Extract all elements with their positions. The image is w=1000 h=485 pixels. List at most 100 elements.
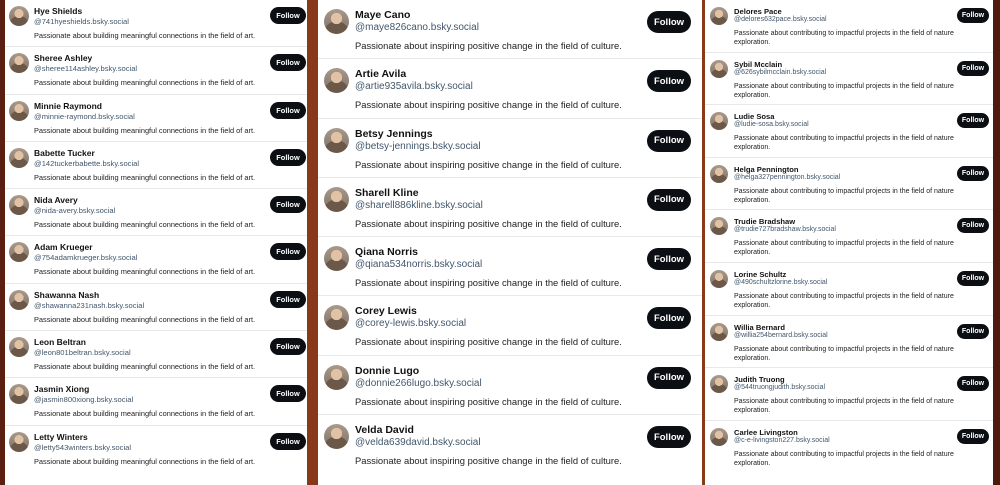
avatar[interactable] — [710, 112, 728, 131]
user-row[interactable]: Leon Beltran @leon801beltran.bsky.social… — [5, 331, 307, 379]
user-handle[interactable]: @minnie-raymond.bsky.social — [34, 112, 135, 121]
user-handle[interactable]: @490schultzlorine.bsky.social — [734, 279, 827, 286]
user-row[interactable]: Delores Pace @delores632pace.bsky.social… — [705, 0, 993, 53]
user-handle[interactable]: @741hyeshields.bsky.social — [34, 17, 129, 26]
user-handle[interactable]: @ludie-sosa.bsky.social — [734, 121, 809, 128]
avatar[interactable] — [9, 431, 29, 452]
follow-button[interactable]: Follow — [957, 428, 989, 444]
user-row[interactable]: Carlee Livingston @c-e-livingston227.bsk… — [705, 421, 993, 474]
follow-button[interactable]: Follow — [270, 196, 306, 214]
avatar[interactable] — [9, 195, 29, 216]
user-row[interactable]: Donnie Lugo @donnie266lugo.bsky.social P… — [318, 356, 702, 416]
user-name[interactable]: Helga Pennington — [734, 165, 799, 174]
user-row[interactable]: Jasmin Xiong @jasmin800xiong.bsky.social… — [5, 378, 307, 426]
avatar[interactable] — [9, 53, 29, 74]
avatar[interactable] — [9, 337, 29, 358]
user-name[interactable]: Velda David — [355, 424, 414, 436]
user-name[interactable]: Qiana Norris — [355, 246, 418, 258]
user-row[interactable]: Willia Bernard @willia254bernard.bsky.so… — [705, 316, 993, 369]
follow-button[interactable]: Follow — [270, 290, 306, 308]
user-handle[interactable]: @jasmin800xiong.bsky.social — [34, 395, 133, 404]
user-name[interactable]: Corey Lewis — [355, 305, 417, 317]
user-handle[interactable]: @willia254bernard.bsky.social — [734, 332, 828, 339]
user-handle[interactable]: @626sybilmcclain.bsky.social — [734, 69, 826, 76]
follow-button[interactable]: Follow — [647, 129, 691, 152]
user-name[interactable]: Jasmin Xiong — [34, 384, 89, 394]
user-handle[interactable]: @delores632pace.bsky.social — [734, 16, 827, 23]
user-row[interactable]: Qiana Norris @qiana534norris.bsky.social… — [318, 237, 702, 297]
avatar[interactable] — [324, 424, 349, 450]
avatar[interactable] — [324, 127, 349, 153]
follow-button[interactable]: Follow — [270, 148, 306, 166]
avatar[interactable] — [324, 68, 349, 94]
user-row[interactable]: Babette Tucker @142tuckerbabette.bsky.so… — [5, 142, 307, 190]
follow-button[interactable]: Follow — [270, 385, 306, 403]
follow-button[interactable]: Follow — [647, 307, 691, 330]
user-name[interactable]: Trudie Bradshaw — [734, 217, 795, 226]
avatar[interactable] — [9, 100, 29, 121]
user-row[interactable]: Sybil Mcclain @626sybilmcclain.bsky.soci… — [705, 53, 993, 106]
avatar[interactable] — [9, 384, 29, 405]
user-row[interactable]: Sheree Ashley @sheree114ashley.bsky.soci… — [5, 47, 307, 95]
follow-button[interactable]: Follow — [647, 426, 691, 449]
user-name[interactable]: Adam Krueger — [34, 242, 93, 252]
user-name[interactable]: Sybil Mcclain — [734, 60, 782, 69]
follow-button[interactable]: Follow — [957, 218, 989, 234]
follow-button[interactable]: Follow — [957, 113, 989, 129]
user-handle[interactable]: @c-e-livingston227.bsky.social — [734, 437, 830, 444]
follow-button[interactable]: Follow — [957, 323, 989, 339]
follow-button[interactable]: Follow — [647, 70, 691, 93]
user-handle[interactable]: @corey-lewis.bsky.social — [355, 318, 466, 329]
avatar[interactable] — [9, 6, 29, 26]
user-name[interactable]: Letty Winters — [34, 432, 88, 442]
follow-button[interactable]: Follow — [270, 7, 306, 24]
user-name[interactable]: Donnie Lugo — [355, 365, 419, 377]
follow-button[interactable]: Follow — [957, 165, 989, 181]
avatar[interactable] — [324, 305, 349, 331]
user-row[interactable]: Artie Avila @artie935avila.bsky.social P… — [318, 59, 702, 119]
avatar[interactable] — [710, 322, 728, 341]
follow-button[interactable]: Follow — [957, 270, 989, 286]
user-name[interactable]: Betsy Jennings — [355, 128, 433, 140]
user-name[interactable]: Judith Truong — [734, 375, 785, 384]
user-row[interactable]: Adam Krueger @754adamkrueger.bsky.social… — [5, 236, 307, 284]
user-name[interactable]: Babette Tucker — [34, 148, 95, 158]
user-row[interactable]: Minnie Raymond @minnie-raymond.bsky.soci… — [5, 95, 307, 142]
user-handle[interactable]: @sheree114ashley.bsky.social — [34, 64, 137, 73]
user-handle[interactable]: @letty543winters.bsky.social — [34, 443, 131, 452]
user-name[interactable]: Sharell Kline — [355, 187, 419, 199]
follow-button[interactable]: Follow — [647, 366, 691, 389]
user-handle[interactable]: @leon801beltran.bsky.social — [34, 348, 131, 357]
user-handle[interactable]: @142tuckerbabette.bsky.social — [34, 159, 139, 168]
user-name[interactable]: Delores Pace — [734, 7, 782, 16]
user-row[interactable]: Judith Truong @544truongjudith.bsky.soci… — [705, 368, 993, 421]
user-row[interactable]: Nida Avery @nida-avery.bsky.social Passi… — [5, 189, 307, 237]
avatar[interactable] — [9, 147, 29, 168]
user-name[interactable]: Ludie Sosa — [734, 112, 775, 121]
user-row[interactable]: Velda David @velda639david.bsky.social P… — [318, 415, 702, 474]
user-row[interactable]: Lorine Schultz @490schultzlorine.bsky.so… — [705, 263, 993, 316]
follow-button[interactable]: Follow — [270, 243, 306, 261]
user-row[interactable]: Ludie Sosa @ludie-sosa.bsky.social Passi… — [705, 105, 993, 158]
user-row[interactable]: Trudie Bradshaw @trudie727bradshaw.bsky.… — [705, 210, 993, 263]
avatar[interactable] — [710, 164, 728, 183]
avatar[interactable] — [710, 269, 728, 288]
follow-button[interactable]: Follow — [957, 60, 989, 76]
user-handle[interactable]: @helga327pennington.bsky.social — [734, 174, 840, 181]
user-row[interactable]: Shawanna Nash @shawanna231nash.bsky.soci… — [5, 284, 307, 332]
user-handle[interactable]: @544truongjudith.bsky.social — [734, 384, 825, 391]
avatar[interactable] — [710, 7, 728, 25]
user-handle[interactable]: @nida-avery.bsky.social — [34, 206, 115, 215]
user-name[interactable]: Nida Avery — [34, 195, 78, 205]
avatar[interactable] — [324, 186, 349, 212]
avatar[interactable] — [9, 242, 29, 263]
avatar[interactable] — [710, 217, 728, 236]
avatar[interactable] — [9, 289, 29, 310]
user-row[interactable]: Corey Lewis @corey-lewis.bsky.social Pas… — [318, 296, 702, 356]
follow-button[interactable]: Follow — [270, 101, 306, 119]
user-name[interactable]: Willia Bernard — [734, 323, 785, 332]
user-handle[interactable]: @sharell886kline.bsky.social — [355, 200, 483, 211]
user-name[interactable]: Carlee Livingston — [734, 428, 798, 437]
user-row[interactable]: Maye Cano @maye826cano.bsky.social Passi… — [318, 0, 702, 60]
user-row[interactable]: Hye Shields @741hyeshields.bsky.social P… — [5, 0, 307, 48]
